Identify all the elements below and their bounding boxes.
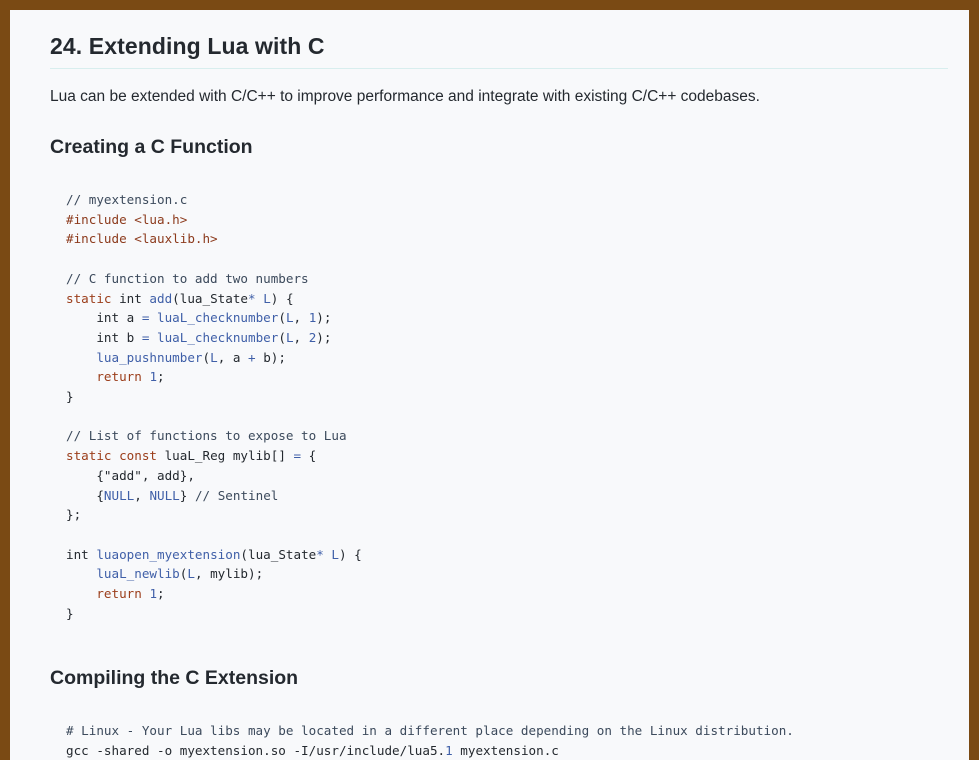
title-divider bbox=[50, 68, 948, 69]
section-heading-compiling: Compiling the C Extension bbox=[50, 667, 299, 689]
intro-paragraph: Lua can be extended with C/C++ to improv… bbox=[50, 88, 760, 105]
code-block-c-function[interactable]: // myextension.c #include <lua.h> #inclu… bbox=[66, 190, 362, 623]
page-frame: 24. Extending Lua with C Lua can be exte… bbox=[10, 10, 969, 760]
page-title: 24. Extending Lua with C bbox=[50, 33, 325, 59]
section-heading-creating-c-function: Creating a C Function bbox=[50, 136, 253, 158]
code-block-compile[interactable]: # Linux - Your Lua libs may be located i… bbox=[66, 721, 794, 760]
